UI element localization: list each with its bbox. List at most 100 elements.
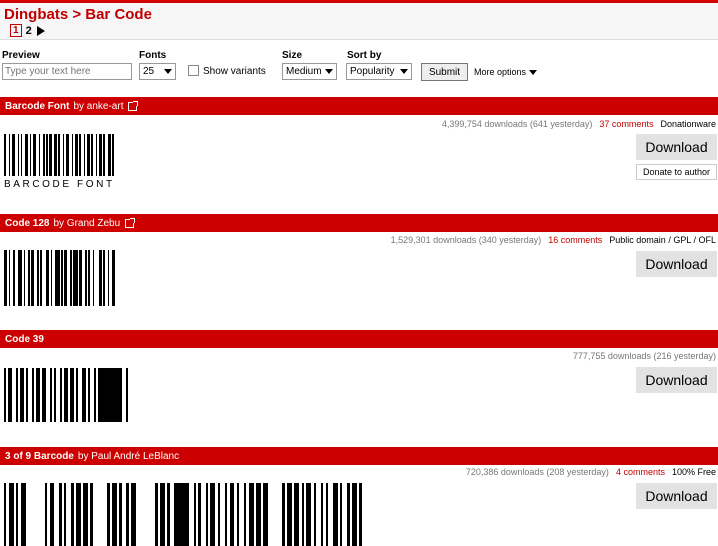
- download-count: 1,529,301 downloads (340 yesterday): [390, 235, 542, 245]
- barcode-bar: [49, 134, 52, 176]
- license-text: Public domain / GPL / OFL: [609, 235, 716, 245]
- barcode-bar: [86, 134, 90, 176]
- barcode-bar: [31, 250, 34, 306]
- chevron-down-icon: [164, 69, 172, 74]
- external-link-icon[interactable]: [128, 100, 139, 111]
- barcode-bar: [126, 368, 128, 422]
- barcode-bar: [95, 134, 97, 176]
- barcode-bar: [4, 134, 6, 176]
- page-header: Dingbats > Bar Code 1 2: [0, 3, 718, 40]
- barcode-bar: [160, 483, 165, 546]
- show-variants-label: Show variants: [203, 66, 266, 77]
- barcode-bar: [126, 483, 129, 546]
- download-button[interactable]: Download: [636, 134, 717, 160]
- barcode-bar: [70, 368, 74, 422]
- sort-by-select[interactable]: Popularity: [346, 63, 412, 80]
- font-preview-barcode: [4, 368, 130, 422]
- download-button[interactable]: Download: [636, 483, 717, 509]
- font-name-link[interactable]: Code 128: [5, 218, 49, 229]
- barcode-bar: [65, 134, 69, 176]
- barcode-bar: [50, 250, 52, 306]
- barcode-bar: [91, 134, 93, 176]
- barcode-bar: [263, 483, 268, 546]
- barcode-bar: [83, 134, 85, 176]
- barcode-bar: [54, 368, 56, 422]
- barcode-bar: [112, 250, 115, 306]
- barcode-bar: [43, 134, 45, 176]
- barcode-bar: [8, 368, 12, 422]
- external-link-icon[interactable]: [125, 217, 136, 228]
- chevron-down-icon: [529, 69, 538, 75]
- barcode-bar: [36, 368, 40, 422]
- barcode-bar: [88, 368, 90, 422]
- barcode-bar: [119, 483, 122, 546]
- barcode-bar: [103, 250, 105, 306]
- barcode-bar: [294, 483, 300, 546]
- barcode-bar: [17, 250, 22, 306]
- barcode-bar: [70, 250, 72, 306]
- chevron-down-icon: [400, 69, 408, 74]
- barcode-bar: [44, 483, 48, 546]
- barcode-bar: [32, 134, 36, 176]
- barcode-bar: [210, 483, 216, 546]
- barcode-bar: [325, 483, 328, 546]
- barcode-bar: [301, 483, 304, 546]
- download-count: 720,386 downloads (208 yesterday): [465, 467, 609, 477]
- comments-link[interactable]: 4 comments: [616, 467, 665, 477]
- barcode-bar: [49, 483, 55, 546]
- barcode-bar: [107, 250, 109, 306]
- font-author-link[interactable]: by Paul André LeBlanc: [78, 451, 179, 462]
- font-preview-barcode: [4, 483, 604, 546]
- next-page-arrow-icon[interactable]: [36, 25, 45, 36]
- fonts-per-page-select[interactable]: 25: [139, 63, 176, 80]
- font-author-link[interactable]: by anke-art: [73, 101, 123, 112]
- barcode-bar: [37, 250, 39, 306]
- barcode-bar: [306, 483, 312, 546]
- barcode-bar: [107, 134, 111, 176]
- submit-button[interactable]: Submit: [421, 63, 468, 81]
- barcode-bar: [236, 483, 240, 546]
- font-preview-barcode: [4, 134, 114, 176]
- barcode-bar: [320, 483, 324, 546]
- barcode-bar: [107, 483, 110, 546]
- download-count: 4,399,754 downloads (641 yesterday): [441, 119, 593, 129]
- barcode-bar: [112, 134, 114, 176]
- barcode-bar: [17, 134, 19, 176]
- barcode-bar: [282, 483, 285, 546]
- download-button[interactable]: Download: [636, 251, 717, 277]
- barcode-bar: [26, 368, 28, 422]
- font-name-link[interactable]: 3 of 9 Barcode: [5, 451, 74, 462]
- comments-link[interactable]: 37 comments: [599, 119, 653, 129]
- font-name-link[interactable]: Barcode Font: [5, 101, 69, 112]
- comments-link[interactable]: 16 comments: [548, 235, 602, 245]
- barcode-bar: [8, 483, 14, 546]
- download-button[interactable]: Download: [636, 367, 717, 393]
- font-preview-barcode: [4, 250, 136, 306]
- barcode-bar: [112, 483, 117, 546]
- font-title-bar: 3 of 9 Barcode by Paul André LeBlanc: [0, 447, 718, 465]
- fonts-label: Fonts: [139, 50, 167, 61]
- font-author-link[interactable]: by Grand Zebu: [53, 218, 120, 229]
- barcode-bar: [224, 483, 228, 546]
- barcode-bar: [11, 134, 15, 176]
- page-current: 1: [10, 24, 22, 37]
- font-meta: 4,399,754 downloads (641 yesterday) 37 c…: [442, 119, 716, 129]
- show-variants-checkbox[interactable]: [188, 65, 199, 76]
- barcode-bar: [62, 134, 64, 176]
- barcode-bar: [64, 368, 68, 422]
- barcode-bar: [50, 368, 52, 422]
- font-name-link[interactable]: Code 39: [5, 334, 44, 345]
- more-options-label: More options: [474, 67, 527, 77]
- page-2-link[interactable]: 2: [26, 25, 32, 37]
- barcode-bar: [4, 368, 6, 422]
- barcode-bar: [46, 134, 48, 176]
- preview-text-input[interactable]: [2, 63, 132, 80]
- barcode-bar: [23, 250, 25, 306]
- fonts-per-page-value: 25: [143, 66, 155, 77]
- barcode-bar: [287, 483, 292, 546]
- more-options-toggle[interactable]: More options: [474, 67, 538, 77]
- barcode-bar: [155, 483, 158, 546]
- barcode-bar: [90, 483, 93, 546]
- donate-to-author-button[interactable]: Donate to author: [636, 164, 717, 180]
- size-select[interactable]: Medium: [282, 63, 337, 80]
